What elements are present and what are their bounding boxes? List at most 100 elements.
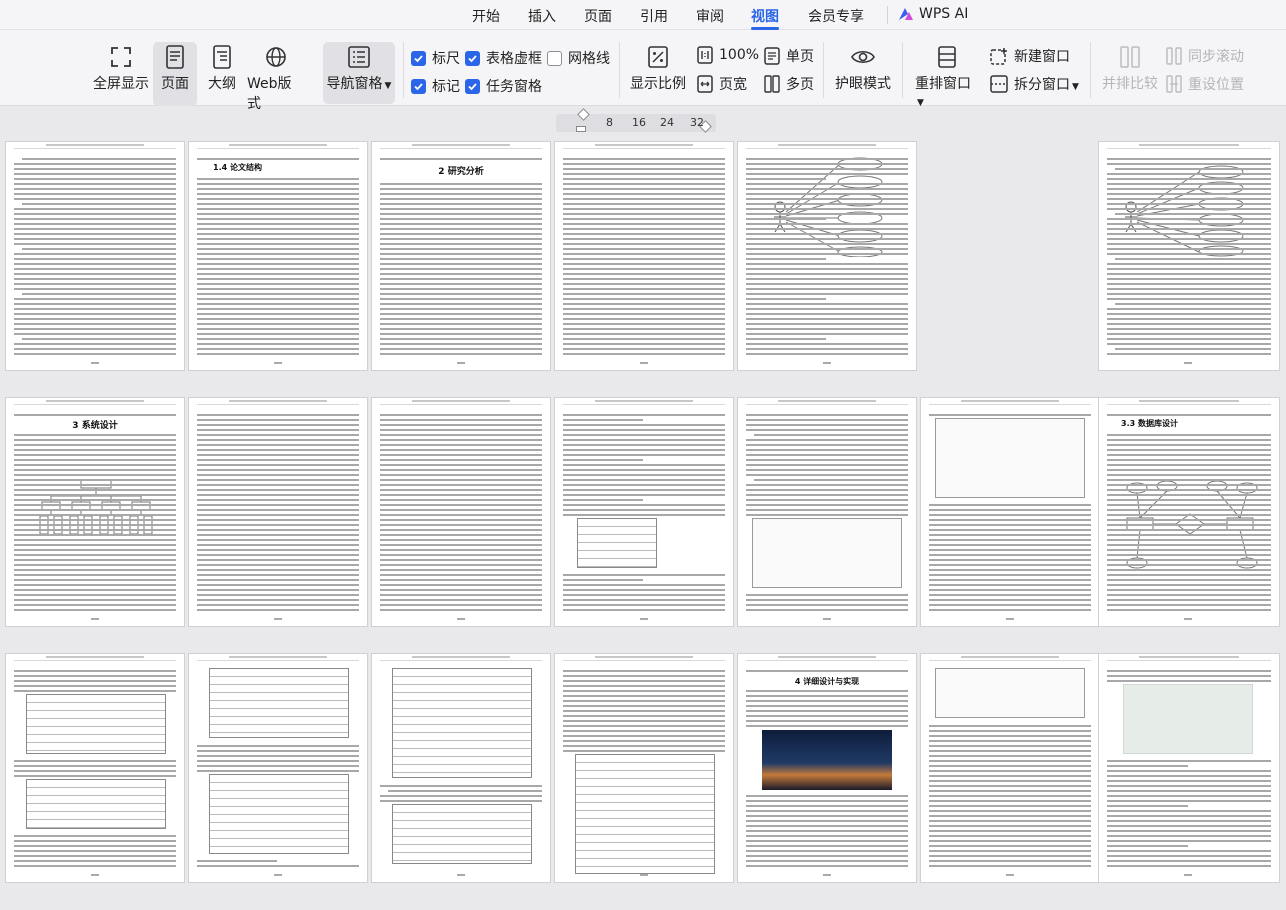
left-indent-marker[interactable] [576,126,586,132]
outline-view-button[interactable]: 大纲 [204,44,240,93]
text-line [563,268,725,270]
ruler-checkbox[interactable]: 标尺 [411,48,460,68]
multi-page-button[interactable]: 多页 [764,74,814,94]
text-line [929,589,1091,591]
text-line [380,414,542,416]
sync-scroll-icon [1166,47,1182,65]
text-line [746,238,908,240]
reset-position-icon [1166,75,1182,93]
document-page[interactable]: 2 研究分析 [372,142,550,370]
text-line [22,158,176,160]
nav-pane-button[interactable]: 导航窗格 ▼ [323,42,395,104]
side-by-side-button[interactable]: 并排比较 [1100,44,1160,93]
globe-icon [266,47,286,67]
text-line [746,454,908,456]
document-page[interactable] [555,654,733,882]
document-page[interactable] [738,142,916,370]
menu-view[interactable]: 视图 [751,6,779,26]
text-line [380,444,542,446]
text-line [14,835,176,837]
sync-scroll-button[interactable]: 同步滚动 [1166,46,1244,66]
text-line [197,469,359,471]
text-line [14,469,176,471]
menu-member[interactable]: 会员专享 [808,6,864,26]
text-line [563,499,644,501]
text-line [197,594,359,596]
text-line [746,469,908,471]
text-line [380,584,542,586]
text-line [563,584,725,586]
text-line [746,855,908,857]
task-pane-checkbox[interactable]: 任务窗格 [465,76,542,96]
text-line [929,594,1091,596]
fullscreen-button[interactable]: 全屏显示 [92,44,150,93]
document-page[interactable] [372,398,550,626]
zoom-button[interactable]: 显示比例 [629,44,687,93]
new-window-button[interactable]: 新建窗口 [990,46,1070,66]
single-page-button[interactable]: 单页 [764,46,814,66]
text-line [1107,850,1271,852]
text-line [746,710,908,712]
document-page[interactable] [555,142,733,370]
document-page[interactable] [6,654,184,882]
document-page[interactable]: 3 系统设计 [6,398,184,626]
menu-insert[interactable]: 插入 [528,6,556,26]
text-line [563,318,725,320]
text-line [563,323,725,325]
text-line [197,424,359,426]
menu-reference[interactable]: 引用 [640,6,668,26]
document-page[interactable] [555,398,733,626]
document-page[interactable] [921,654,1099,882]
menu-review[interactable]: 审阅 [696,6,724,26]
document-page[interactable] [921,398,1099,626]
document-page[interactable]: 3.3 数据库设计 [1099,398,1279,626]
web-view-button[interactable]: Web版式 [247,44,305,113]
text-line [1107,308,1271,310]
chapter-heading: 3 系统设计 [72,421,118,431]
text-line [929,740,1091,742]
marks-checkbox[interactable]: 标记 [411,76,460,96]
text-line [563,504,725,506]
document-page[interactable] [189,654,367,882]
document-page[interactable] [738,398,916,626]
text-line [197,268,359,270]
text-line [197,283,359,285]
split-window-button[interactable]: 拆分窗口 ▼ [990,74,1079,94]
text-line [563,213,725,215]
document-pages-area[interactable]: 1.4 论文结构 2 研究分析 3 系统设计 3.3 数据库设计 4 详细设计与… [0,136,1286,910]
horizontal-ruler[interactable]: 8 16 24 32 [556,108,716,133]
menu-page[interactable]: 页面 [584,6,612,26]
document-page[interactable]: 4 详细设计与实现 [738,654,916,882]
actual-size-icon [697,46,713,64]
text-line [563,243,725,245]
text-line [746,198,908,200]
document-page[interactable] [189,398,367,626]
text-line [746,489,908,491]
gridlines-checkbox[interactable]: 网格线 [547,48,610,68]
menu-start[interactable]: 开始 [472,6,500,26]
document-page[interactable] [372,654,550,882]
first-line-indent-marker[interactable] [577,108,590,121]
document-page[interactable] [6,142,184,370]
table-gridlines-checkbox[interactable]: 表格虚框 [465,48,542,68]
text-line [197,499,359,501]
page-width-button[interactable]: 页宽 [697,74,747,94]
text-line [1107,218,1271,220]
section-heading: 1.4 论文结构 [213,163,262,172]
text-line [1107,283,1271,285]
document-page[interactable]: 1.4 论文结构 [189,142,367,370]
page-view-button[interactable]: 页面 [153,42,197,106]
arrange-windows-button[interactable]: 重排窗口▼ [915,44,979,109]
text-line [14,464,176,466]
text-line [746,278,908,280]
document-page[interactable] [1099,654,1279,882]
text-line [14,514,176,516]
document-page[interactable] [1099,142,1279,370]
text-line [1107,574,1271,576]
eye-mode-button[interactable]: 护眼模式 [834,44,892,93]
text-line [14,529,176,531]
zoom-100-button[interactable]: 100% [697,46,759,64]
reset-position-button[interactable]: 重设位置 [1166,74,1244,94]
wps-ai-button[interactable]: WPS AI [898,6,968,22]
code-block [935,668,1085,718]
